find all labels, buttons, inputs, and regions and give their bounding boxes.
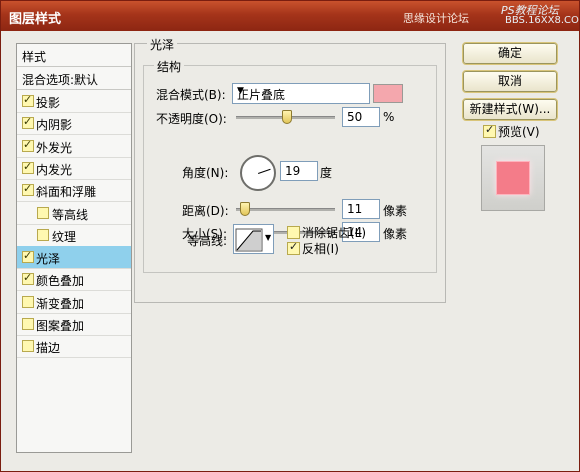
styles-header[interactable]: 样式 bbox=[17, 44, 131, 67]
style-item-checkbox[interactable] bbox=[22, 115, 34, 130]
style-item[interactable]: 纹理 bbox=[17, 224, 131, 247]
dialog-body: 样式 混合选项:默认 投影内阴影外发光内发光斜面和浮雕等高线纹理光泽颜色叠加渐变… bbox=[1, 31, 579, 471]
opacity-slider-thumb[interactable] bbox=[282, 110, 292, 124]
angle-label: 角度(N): bbox=[182, 166, 229, 180]
distance-label: 距离(D): bbox=[182, 204, 229, 218]
style-item-label: 斜面和浮雕 bbox=[36, 185, 97, 200]
style-item-checkbox[interactable] bbox=[37, 228, 49, 241]
style-item[interactable]: 外发光 bbox=[17, 135, 131, 158]
contour-dropdown-button[interactable]: ▼ bbox=[264, 224, 274, 254]
antialias-label: 消除锯齿(L) bbox=[302, 226, 367, 240]
style-item-checkbox[interactable] bbox=[22, 160, 34, 174]
style-item-checkbox[interactable] bbox=[22, 340, 34, 353]
style-item[interactable]: 光泽 bbox=[17, 246, 131, 270]
opacity-input[interactable]: 50 bbox=[342, 107, 380, 127]
size-unit: 像素 bbox=[383, 227, 408, 241]
blend-mode-label: 混合模式(B): bbox=[156, 88, 226, 102]
dialog-title: 图层样式 bbox=[9, 12, 62, 27]
distance-slider-track bbox=[236, 208, 335, 211]
chevron-down-icon: ▼ bbox=[237, 86, 244, 96]
blend-options-item[interactable]: 混合选项:默认 bbox=[17, 67, 131, 90]
invert-checkbox[interactable] bbox=[287, 240, 300, 255]
angle-input[interactable]: 19 bbox=[280, 161, 318, 181]
style-item-label: 渐变叠加 bbox=[36, 296, 85, 311]
opacity-unit: % bbox=[383, 110, 395, 124]
style-item-checkbox[interactable] bbox=[22, 271, 34, 286]
style-item-checkbox[interactable] bbox=[37, 206, 49, 219]
distance-input[interactable]: 11 bbox=[342, 199, 380, 219]
blend-mode-select[interactable]: 正片叠底 ▼ bbox=[232, 83, 370, 104]
style-item[interactable]: 内发光 bbox=[17, 157, 131, 180]
angle-dial[interactable] bbox=[240, 155, 276, 191]
preview-label: 预览(V) bbox=[498, 125, 540, 139]
angle-unit: 度 bbox=[320, 166, 333, 180]
styles-list: 样式 混合选项:默认 投影内阴影外发光内发光斜面和浮雕等高线纹理光泽颜色叠加渐变… bbox=[16, 43, 132, 453]
style-item-label: 光泽 bbox=[36, 252, 61, 267]
style-item[interactable]: 颜色叠加 bbox=[17, 268, 131, 292]
style-item[interactable]: 图案叠加 bbox=[17, 313, 131, 336]
new-style-button[interactable]: 新建样式(W)... bbox=[462, 98, 558, 121]
style-item-label: 颜色叠加 bbox=[36, 274, 85, 289]
style-item-checkbox[interactable] bbox=[22, 138, 34, 152]
watermark-right-bottom: BBS.16XX8.COM bbox=[505, 15, 580, 26]
style-preview bbox=[481, 145, 545, 211]
satin-title: 光泽 bbox=[147, 36, 178, 53]
cancel-button[interactable]: 取消 bbox=[462, 70, 558, 93]
distance-slider[interactable] bbox=[236, 202, 335, 216]
blend-color-swatch[interactable] bbox=[373, 84, 403, 103]
style-item[interactable]: 投影 bbox=[17, 90, 131, 113]
style-item-checkbox[interactable] bbox=[22, 93, 34, 107]
style-item-checkbox[interactable] bbox=[22, 182, 34, 197]
watermark-left: 思缘设计论坛 bbox=[403, 12, 469, 25]
style-item-checkbox[interactable] bbox=[22, 295, 34, 308]
opacity-slider[interactable] bbox=[236, 110, 335, 124]
style-item[interactable]: 渐变叠加 bbox=[17, 291, 131, 314]
contour-curve-icon bbox=[235, 228, 263, 252]
style-item[interactable]: 等高线 bbox=[17, 202, 131, 225]
satin-panel: 光泽 结构 混合模式(B): 正片叠底 ▼ 不透明度(O): 50 % 角度(N… bbox=[134, 36, 446, 303]
style-item-checkbox[interactable] bbox=[22, 249, 34, 264]
contour-picker[interactable] bbox=[233, 224, 265, 254]
structure-title: 结构 bbox=[154, 58, 185, 75]
style-item-checkbox[interactable] bbox=[22, 318, 34, 330]
distance-unit: 像素 bbox=[383, 204, 408, 218]
preview-thumbnail bbox=[496, 161, 530, 195]
style-item[interactable]: 斜面和浮雕 bbox=[17, 179, 131, 203]
chevron-down-icon: ▼ bbox=[265, 233, 272, 242]
style-item[interactable]: 描边 bbox=[17, 335, 131, 359]
contour-label: 等高线: bbox=[187, 234, 228, 248]
style-item-label: 内发光 bbox=[36, 162, 73, 177]
style-item-label: 图案叠加 bbox=[36, 319, 85, 333]
style-item-label: 纹理 bbox=[52, 229, 77, 244]
invert-label: 反相(I) bbox=[302, 242, 339, 256]
style-item-label: 投影 bbox=[36, 96, 61, 110]
preview-checkbox[interactable] bbox=[483, 123, 496, 138]
style-item[interactable]: 内阴影 bbox=[17, 112, 131, 136]
style-item-label: 等高线 bbox=[52, 207, 89, 222]
distance-slider-thumb[interactable] bbox=[240, 202, 250, 216]
layer-style-dialog: 图层样式 思缘设计论坛 PS教程论坛 BBS.16XX8.COM 样式 混合选项… bbox=[0, 0, 580, 472]
title-bar[interactable]: 图层样式 思缘设计论坛 PS教程论坛 BBS.16XX8.COM bbox=[1, 1, 579, 31]
opacity-label: 不透明度(O): bbox=[156, 112, 227, 126]
angle-needle bbox=[258, 168, 271, 174]
style-item-label: 外发光 bbox=[36, 140, 73, 155]
antialias-checkbox[interactable] bbox=[287, 226, 300, 239]
style-item-label: 描边 bbox=[36, 341, 61, 356]
style-item-label: 内阴影 bbox=[36, 118, 73, 133]
ok-button[interactable]: 确定 bbox=[462, 42, 558, 65]
